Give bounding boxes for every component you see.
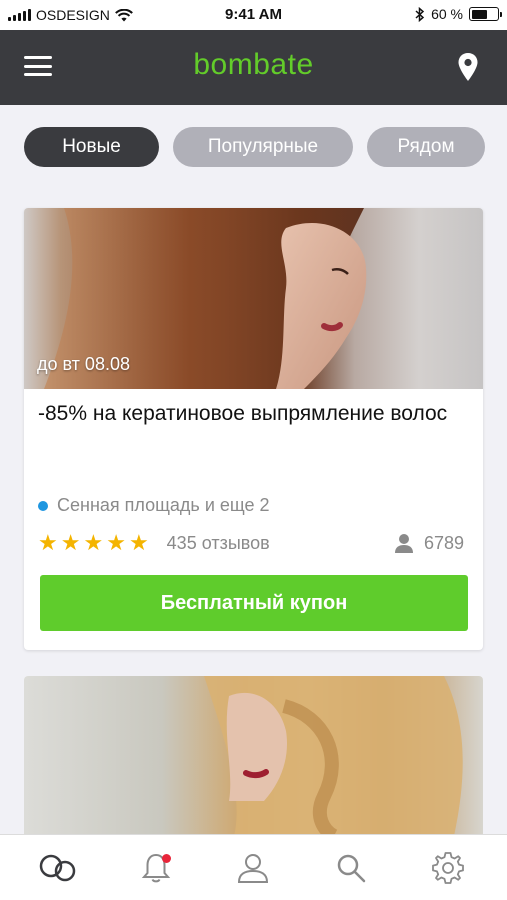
hair-illustration-2	[204, 676, 463, 836]
battery-fill	[471, 9, 487, 19]
offer-card-2[interactable]	[24, 676, 483, 836]
offer-location: Сенная площадь и еще 2	[38, 495, 270, 516]
star-icon: ★	[128, 530, 149, 555]
star-icon: ★	[60, 530, 81, 555]
bottom-tab-bar	[0, 834, 507, 900]
status-right: 60 %	[415, 6, 502, 22]
battery-percent: 60 %	[431, 6, 463, 22]
boombate-home-icon	[39, 854, 75, 881]
tab-new[interactable]: Новые	[24, 127, 159, 167]
notification-badge	[162, 853, 172, 863]
location-text: Сенная площадь и еще 2	[57, 495, 270, 515]
location-dot-icon	[38, 500, 48, 511]
tab-label: Новые	[62, 136, 121, 157]
buyers-value: 6789	[423, 532, 464, 553]
bluetooth-icon	[415, 6, 425, 22]
offer-photo: до вт 08.08	[24, 208, 483, 389]
button-label: Бесплатный купон	[160, 591, 348, 614]
offer-title: -85% на кератиновое выпрямление волос	[38, 402, 448, 425]
tab-settings[interactable]	[421, 843, 475, 893]
buyers-count: 6789	[394, 533, 464, 554]
tab-nearby[interactable]: Рядом	[367, 127, 485, 167]
free-coupon-button[interactable]: Бесплатный купон	[40, 575, 468, 631]
profile-icon	[238, 853, 269, 883]
filter-tabs: Новые Популярные Рядом	[24, 127, 485, 167]
app-logo: bombate	[0, 48, 507, 82]
tab-label: Рядом	[397, 136, 455, 157]
app-header: bombate	[0, 30, 507, 105]
offer-date-badge: до вт 08.08	[37, 354, 130, 374]
tab-notifications[interactable]	[129, 843, 183, 893]
settings-gear-icon	[432, 851, 465, 884]
tab-profile[interactable]	[226, 843, 280, 893]
tab-home[interactable]	[32, 843, 86, 893]
star-icon: ★	[83, 530, 104, 555]
tab-label: Популярные	[207, 136, 319, 157]
battery-icon	[469, 7, 502, 21]
star-icon: ★	[106, 530, 126, 555]
tab-search[interactable]	[324, 843, 378, 893]
tab-popular[interactable]: Популярные	[173, 127, 353, 167]
rating-row: ★ ★ ★ ★ ★ 435 отзывов 6789	[38, 531, 468, 555]
status-bar: OSDESIGN 9:41 AM 60 %	[0, 0, 507, 30]
logo-text: bombate	[193, 48, 314, 81]
map-pin-icon[interactable]	[457, 52, 479, 82]
rating-stars: ★ ★ ★ ★ ★	[38, 532, 149, 554]
star-icon: ★	[38, 530, 58, 555]
reviews-count: 435 отзывов	[166, 532, 270, 553]
person-icon	[394, 534, 413, 553]
offer-card[interactable]: до вт 08.08 -85% на кератиновое выпрямле…	[24, 208, 483, 650]
offer-photo-2	[24, 676, 483, 836]
search-icon	[337, 854, 366, 882]
